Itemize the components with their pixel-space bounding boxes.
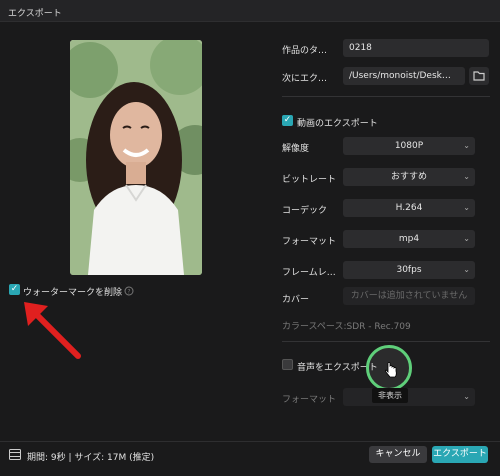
framerate-value: 30fps — [396, 265, 422, 275]
chevron-down-icon: ⌄ — [463, 141, 470, 150]
cursor-icon — [385, 362, 397, 378]
export-to-label: 次にエク… — [282, 74, 328, 84]
export-video-checkbox[interactable]: ✓ — [282, 115, 293, 126]
chevron-down-icon: ⌄ — [463, 172, 470, 181]
folder-icon — [473, 71, 485, 81]
svg-text:?: ? — [127, 289, 130, 296]
cover-field[interactable]: カバーは追加されていません — [343, 287, 475, 305]
divider — [282, 341, 490, 342]
chevron-down-icon: ⌄ — [463, 265, 470, 274]
film-icon — [9, 449, 21, 460]
codec-label: コーデック — [282, 206, 328, 216]
cover-value: カバーは追加されていません — [350, 291, 468, 301]
cancel-button[interactable]: キャンセル — [369, 446, 427, 463]
cover-label: カバー — [282, 295, 310, 305]
codec-select[interactable]: H.264 ⌄ — [343, 199, 475, 217]
audio-format-select[interactable]: 3 ⌄ — [343, 388, 475, 406]
bitrate-select[interactable]: おすすめ ⌄ — [343, 168, 475, 186]
export-video-label: 動画のエクスポート — [297, 119, 378, 129]
colorspace-text: カラースペース:SDR - Rec.709 — [282, 322, 411, 332]
chevron-down-icon: ⌄ — [463, 234, 470, 243]
title-label: 作品のタ… — [282, 46, 328, 56]
format-select[interactable]: mp4 ⌄ — [343, 230, 475, 248]
codec-value: H.264 — [395, 203, 423, 213]
chevron-down-icon: ⌄ — [463, 392, 470, 401]
framerate-label: フレームレ… — [282, 268, 336, 278]
framerate-select[interactable]: 30fps ⌄ — [343, 261, 475, 279]
remove-watermark-checkbox[interactable]: ✓ — [9, 284, 20, 295]
preview-image — [70, 40, 202, 275]
video-preview — [70, 40, 202, 275]
title-input[interactable]: 0218 — [343, 39, 489, 57]
bitrate-value: おすすめ — [390, 172, 427, 182]
browse-folder-button[interactable] — [469, 67, 489, 85]
format-value: mp4 — [398, 234, 420, 244]
chevron-down-icon: ⌄ — [463, 203, 470, 212]
resolution-select[interactable]: 1080P ⌄ — [343, 137, 475, 155]
export-button[interactable]: エクスポート — [432, 446, 488, 463]
divider — [282, 96, 490, 97]
resolution-value: 1080P — [394, 141, 424, 151]
bitrate-label: ビットレート — [282, 175, 337, 185]
export-audio-checkbox[interactable] — [282, 359, 293, 370]
help-icon[interactable]: ? — [124, 286, 134, 296]
format-label: フォーマット — [282, 237, 337, 247]
tooltip: 非表示 — [372, 388, 408, 403]
title-bar: エクスポート — [0, 0, 500, 22]
export-path-field[interactable]: /Users/monoist/Desk… — [343, 67, 465, 85]
checkmark-icon: ✓ — [10, 284, 19, 294]
resolution-label: 解像度 — [282, 144, 310, 154]
export-info: 期間: 9秒 | サイズ: 17M (推定) — [27, 453, 155, 463]
checkmark-icon: ✓ — [283, 115, 292, 125]
audio-format-label: フォーマット — [282, 395, 337, 405]
red-arrow — [24, 302, 81, 359]
window-title: エクスポート — [8, 9, 62, 19]
